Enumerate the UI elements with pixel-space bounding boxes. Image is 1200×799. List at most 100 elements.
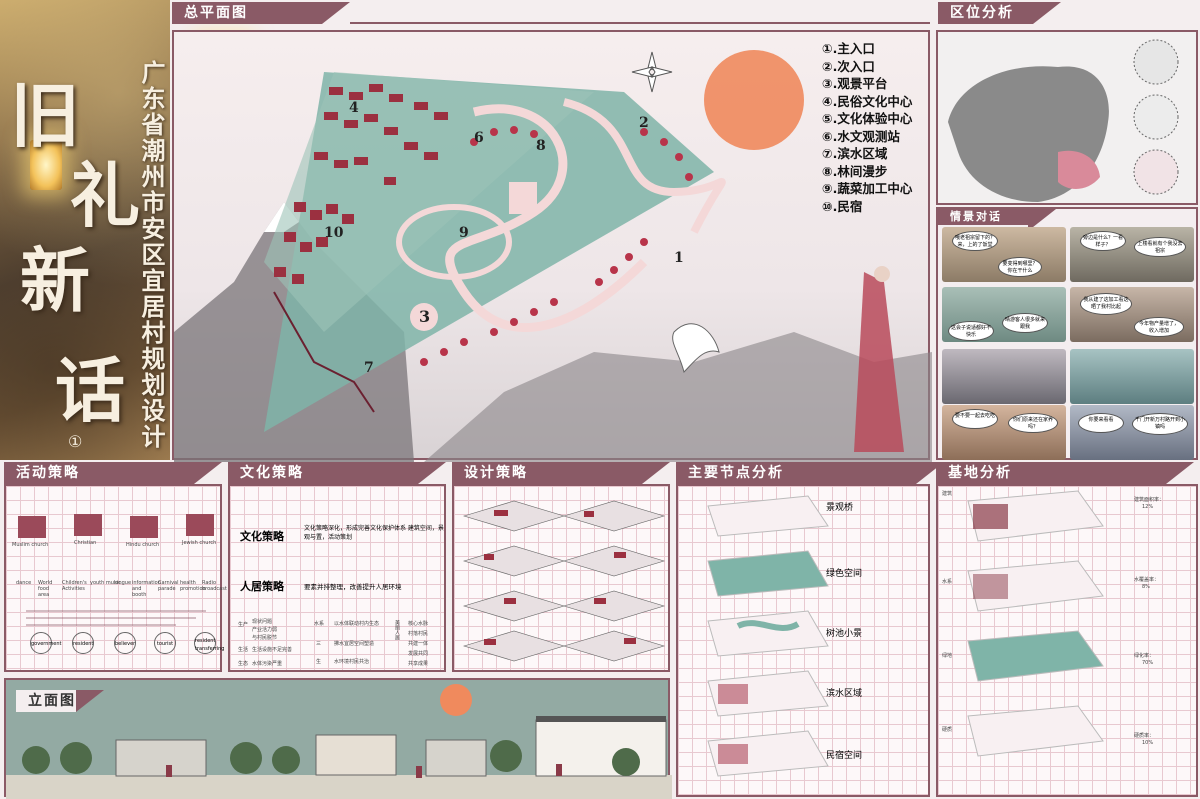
legend-item: ①.主入口 (822, 41, 875, 56)
site-stat-value: 70% (1142, 660, 1154, 666)
location-header: 区位分析 (938, 2, 1061, 24)
culture-tree-item: 生活设施不足完善 (252, 647, 293, 653)
svg-text:9: 9 (459, 225, 469, 241)
svg-text:7: 7 (364, 360, 374, 376)
culture-tree-item: 核心水脉 (408, 621, 429, 627)
site-stat-value: 8% (1142, 584, 1150, 590)
activity-panel: Muslim church Christian Hindu church Jew… (4, 484, 227, 672)
legend-item: ⑧.林间漫步 (822, 163, 888, 179)
culture-row2-label: 人居策略 (240, 580, 284, 593)
elevation-panel: 立面图 (4, 678, 672, 799)
title-char-3: 新 (20, 239, 90, 322)
location-panel (936, 30, 1198, 205)
activity-header: 活动策略 (4, 462, 222, 484)
legend-item: ③.观景平台 (822, 76, 888, 91)
master-plan-drawing: 4 2 6 8 9 10 3 1 7 (174, 50, 932, 462)
culture-row1-text: 文化策略深化，形成完善文化保护体系 建筑空间，景观与置，活动策划 (304, 525, 444, 541)
plan-legend: ①.主入口 ②.次入口 ③.观景平台 ④.民俗文化中心 ⑤.文化体验中心 ⑥.水… (822, 40, 912, 215)
compass-icon (631, 51, 673, 93)
title-number-mark: ① (68, 432, 83, 451)
culture-tree-item: 水环境村民共治 (334, 659, 370, 665)
culture-tree-item: 发展共同 (408, 651, 429, 657)
title-art-panel: 旧 礼 新 话 广东省潮州市安区宜居村规划设计 ① (0, 0, 248, 460)
culture-tree-item: 共享成果 (408, 661, 429, 667)
design-diagrams (462, 500, 666, 662)
node-diagrams (707, 495, 829, 777)
dialog-bubble: 要不要一起去吃吃 (952, 409, 998, 429)
dialog-bubble: 你要来看看 (1078, 413, 1124, 433)
node-label: 绿色空间 (826, 569, 863, 579)
culture-row1-label: 文化策略 (240, 530, 284, 543)
site-panel: 建筑 水系 绿地 硬质 建筑面积率： 12% 水覆盖率： 8% 绿化率： 70%… (936, 484, 1198, 797)
dialog-bubble: 千门开新万村路开到小镇吗 (1132, 413, 1188, 435)
culture-tree-item: 水体污染严重 (252, 661, 283, 667)
culture-tree-item: 现状问题 (252, 619, 273, 625)
zoom-circle-2 (1133, 94, 1179, 140)
site-layer-label: 水系 (942, 579, 953, 585)
culture-tree-item: 村落村民 (408, 631, 429, 637)
site-stat-name: 建筑面积率： (1134, 497, 1165, 503)
processing-building (509, 182, 537, 214)
dialog-panel: 情景对话 哦老祖宗留下的？来，上的了饭堂 旁边是什么？一看样子？ 上楼看就有个我… (936, 207, 1198, 460)
site-stat-name: 绿化率： (1134, 653, 1155, 659)
sun-icon (440, 684, 472, 716)
site-layer-label: 硬质 (942, 727, 953, 733)
dialog-bubble: 上楼看就有个我没去祖宗 (1134, 237, 1186, 257)
culture-header: 文化策略 (228, 462, 446, 484)
zoom-circle-3 (1133, 149, 1179, 195)
site-layer-label: 建筑 (942, 491, 953, 497)
legend-item: ⑩.民宿 (822, 198, 863, 214)
svg-text:1: 1 (674, 250, 684, 266)
culture-row2-text: 要素并排整理，改善提升人居环境 (304, 583, 402, 591)
title-char-4: 话 (55, 349, 125, 432)
culture-tree-label: 三 (316, 641, 322, 647)
stakeholder-circle: resident (72, 632, 94, 654)
culture-tree-item: 以水体联动村内生态 (334, 621, 380, 627)
legend-item: ②.次入口 (822, 58, 875, 74)
culture-tree-item: 拂水宜居空间塑造 (334, 641, 375, 647)
stakeholder-circle: believer (114, 632, 136, 654)
stakeholder-circle: government (30, 632, 61, 654)
culture-panel: 文化策略 文化策略深化，形成完善文化保护体系 建筑空间，景观与置，活动策划 人居… (228, 484, 446, 672)
legend-item: ⑨.蔬菜加工中心 (822, 181, 913, 196)
dialog-bubble: 哦老祖宗留下的？来，上的了饭堂 (952, 231, 998, 251)
header-rule (350, 22, 930, 24)
dialog-scene-6 (1070, 349, 1194, 404)
site-stat-value: 10% (1142, 740, 1154, 746)
culture-tree-label: 生 (316, 659, 322, 665)
site-layer-label: 绿地 (942, 653, 953, 659)
location-map (948, 39, 1179, 202)
legend-item: ④.民俗文化中心 (822, 93, 913, 109)
legend-item: ⑤.文化体验中心 (822, 111, 913, 126)
node-label: 民宿空间 (826, 751, 863, 761)
svg-text:4: 4 (349, 100, 359, 116)
stakeholder-circle: resident transferring (194, 632, 224, 654)
culture-tree-label: 生产 (238, 622, 249, 628)
node-label: 树池小景 (826, 629, 863, 639)
site-stat-name: 硬质率： (1134, 733, 1155, 739)
nodes-header: 主要节点分析 (676, 462, 944, 484)
node-label: 景观桥 (826, 503, 854, 513)
dialog-bubble: 这会子说适都好不快乐 (948, 321, 994, 341)
site-header: 基地分析 (936, 462, 1194, 484)
elevation-header: 立面图 (16, 690, 104, 712)
dialog-bubble: 我从建了这加工看这晒了我村比起 (1080, 293, 1132, 315)
design-panel (452, 484, 670, 672)
dialog-bubble: 旁边是什么？一看样子？ (1080, 231, 1126, 251)
dialog-bubble: 晴游客人很多就来跟我 (1002, 313, 1048, 333)
culture-tree-item: 共建一体 (408, 641, 429, 647)
svg-text:6: 6 (474, 130, 484, 146)
culture-tree-label: 美丽人居 (394, 620, 400, 640)
dialog-header: 情景对话 (938, 209, 1056, 231)
elevation-drawing (6, 684, 672, 799)
legend-item: ⑥.水文观测站 (822, 128, 900, 144)
dialog-bubble: 今年物产量增了，收入增加 (1134, 317, 1184, 337)
node-label: 滨水区域 (826, 689, 863, 699)
dialog-bubble: 你们原来还在家养吗？ (1008, 413, 1058, 433)
design-header: 设计策略 (452, 462, 670, 484)
culture-tree-label: 水系 (314, 621, 325, 627)
culture-tree-item: 与村民脱节 (252, 635, 278, 641)
dialog-bubble: 要变得到哪里？你在干什么 (998, 257, 1042, 277)
svg-text:10: 10 (324, 225, 344, 241)
stakeholder-circle: tourist (154, 632, 176, 654)
